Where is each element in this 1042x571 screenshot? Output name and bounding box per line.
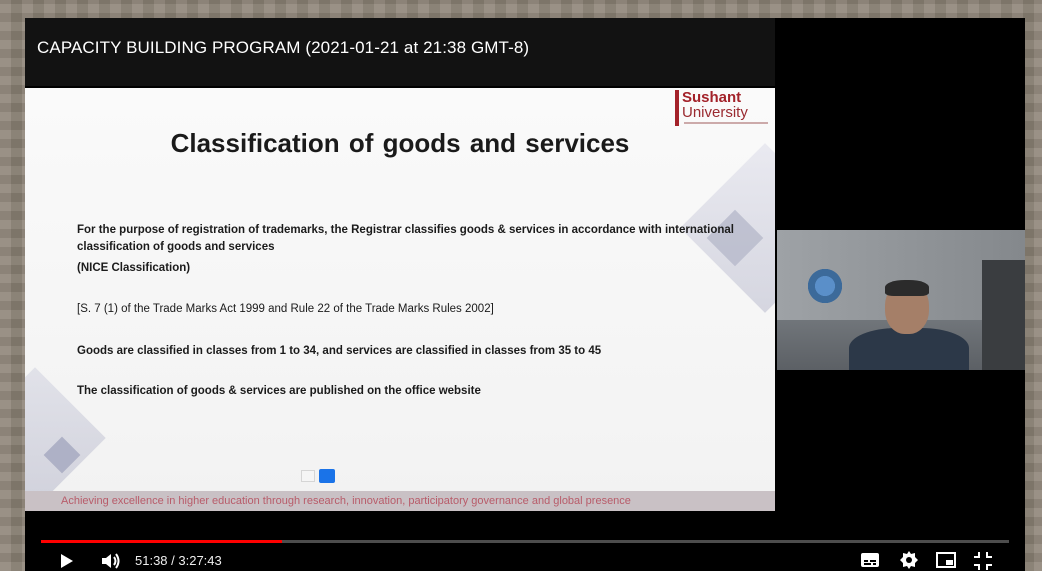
progress-bar[interactable] [41,540,1009,543]
share-status [301,470,315,482]
title-bar: CAPACITY BUILDING PROGRAM (2021-01-21 at… [25,18,775,86]
stop-sharing-button [319,469,335,483]
slide-paragraph: (NICE Classification) [77,262,191,274]
screen-share-bar [301,469,339,483]
slide-paragraph: [S. 7 (1) of the Trade Marks Act 1999 an… [77,303,494,315]
window-image [982,260,1025,370]
slide-paragraph: For the purpose of registration of trade… [77,224,734,253]
logo-text-top: Sushant [682,89,742,106]
time-display: 51:38 / 3:27:43 [135,553,222,568]
logo-text-bottom: University [682,104,748,121]
subtitles-icon[interactable] [861,553,879,571]
progress-played [41,540,282,543]
video-player[interactable]: CAPACITY BUILDING PROGRAM (2021-01-21 at… [25,18,1025,571]
fan-image [805,266,845,306]
volume-icon[interactable] [101,552,121,571]
settings-icon[interactable] [900,551,918,571]
university-logo: Sushant University [675,90,771,126]
slide-paragraph: Goods are classified in classes from 1 t… [77,345,602,357]
fullscreen-icon[interactable] [974,552,992,571]
slide-title: Classification of goods and services [170,128,630,158]
player-controls: 51:38 / 3:27:43 [25,549,1025,571]
video-title[interactable]: CAPACITY BUILDING PROGRAM (2021-01-21 at… [37,38,529,58]
presenter-body [849,328,969,370]
slide-paragraph: The classification of goods & services a… [77,385,481,397]
logo-underline [684,122,768,124]
webcam-feed [777,230,1025,370]
presentation-slide: Sushant University Classification of goo… [25,88,775,511]
slide-footer: Achieving excellence in higher education… [25,491,775,511]
presenter-hair [885,280,929,296]
play-icon[interactable] [60,554,74,571]
miniplayer-icon[interactable] [936,552,956,571]
